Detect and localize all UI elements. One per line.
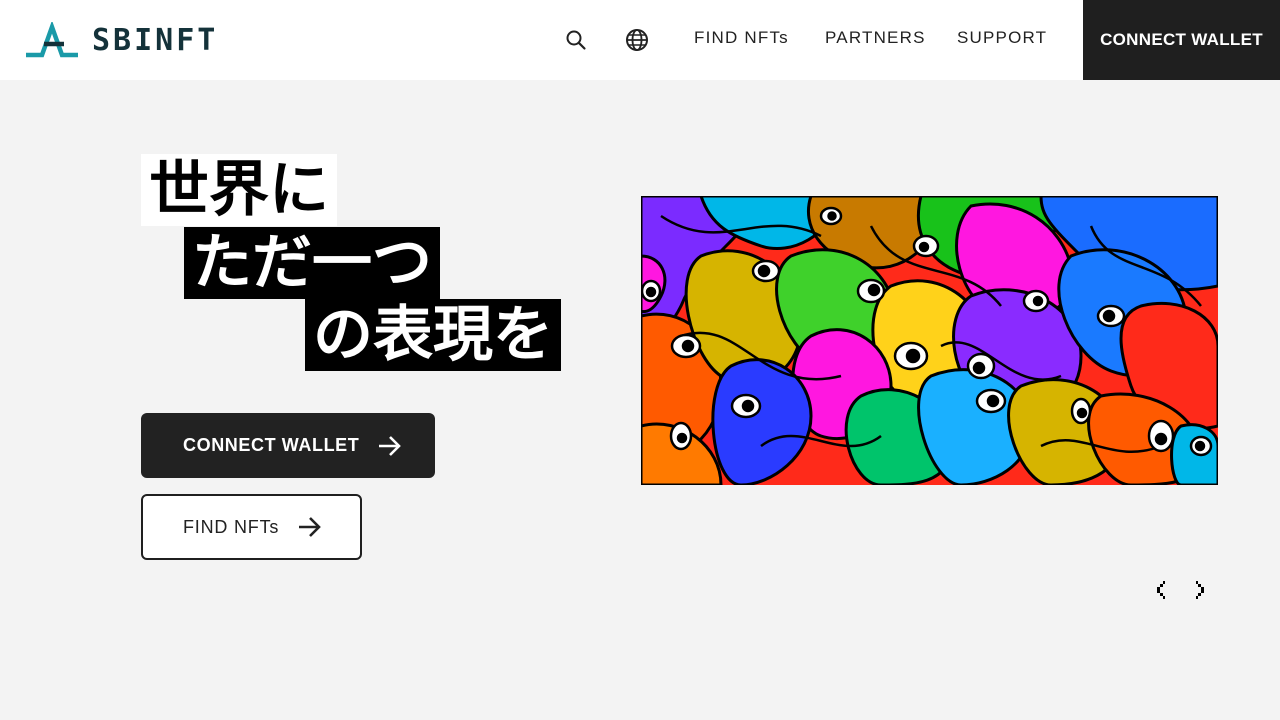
nav-partners[interactable]: PARTNERS [825,28,926,48]
hero-find-nfts-button[interactable]: FIND NFTs [141,494,362,560]
arrow-right-icon [377,435,403,457]
search-icon [566,30,586,50]
language-button[interactable] [621,24,653,56]
sbinft-logo-mark-icon [26,22,78,58]
hero-heading-line-3: の表現を [305,299,561,371]
carousel-prev-button[interactable] [1151,578,1173,602]
arrow-right-icon [297,516,323,538]
hero-heading-line-2: ただ一つ [184,227,440,299]
header-connect-wallet-button[interactable]: CONNECT WALLET [1083,0,1280,80]
brand-logo[interactable]: SBINFT [24,20,218,60]
chevron-right-icon [1196,581,1204,599]
artwork-image [641,196,1218,485]
hero-connect-wallet-button[interactable]: CONNECT WALLET [141,413,435,478]
top-nav-bar: SBINFT FIND NFTs PARTNERS SUPPORT CONNEC… [0,0,1280,80]
globe-icon [626,29,648,51]
hero-connect-wallet-label: CONNECT WALLET [183,435,360,455]
chevron-left-icon [1157,581,1165,599]
hero-find-nfts-label: FIND NFTs [183,516,280,537]
brand-name: SBINFT [92,22,219,58]
search-button[interactable] [560,24,592,56]
featured-nft-artwork[interactable] [641,196,1218,485]
nav-find-nfts[interactable]: FIND NFTs [694,28,789,48]
hero-heading-line-1: 世界に [141,154,337,226]
carousel-next-button[interactable] [1188,578,1210,602]
nav-support[interactable]: SUPPORT [957,28,1047,48]
